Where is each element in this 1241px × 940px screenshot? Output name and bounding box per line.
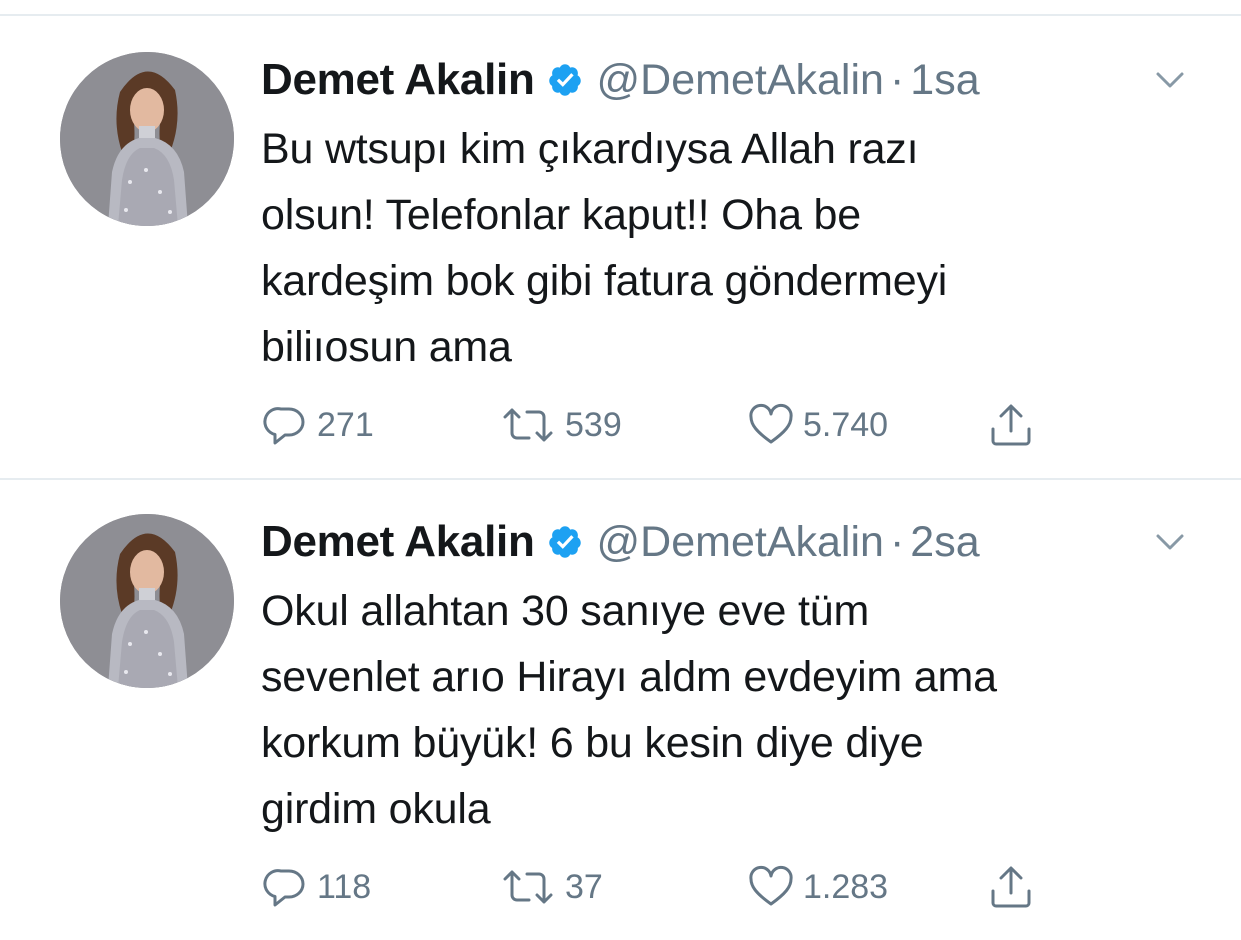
like-count: 1.283 — [803, 867, 889, 906]
tweet[interactable]: Demet Akalin @DemetAkalin · 1sa Bu wtsup… — [0, 16, 1241, 478]
tweet-header: Demet Akalin @DemetAkalin · 1sa — [261, 52, 980, 108]
tweet[interactable]: Demet Akalin @DemetAkalin · 2sa Okul all… — [0, 478, 1241, 940]
heart-icon — [749, 865, 793, 906]
reply-count: 271 — [317, 405, 374, 444]
reply-icon — [263, 407, 305, 445]
avatar[interactable] — [60, 514, 234, 688]
tweet-actions: 271 539 5.740 — [261, 400, 1061, 450]
retweet-icon — [503, 408, 553, 442]
author-handle[interactable]: @DemetAkalin — [597, 518, 884, 567]
separator-dot: · — [889, 517, 905, 566]
chevron-down-icon[interactable] — [1150, 522, 1190, 562]
author-name[interactable]: Demet Akalin — [261, 55, 535, 105]
like-button[interactable]: 1.283 — [747, 862, 888, 912]
retweet-button[interactable]: 37 — [499, 862, 603, 912]
verified-badge-icon — [548, 64, 581, 96]
tweet-text-line: Bu wtsupı kim çıkardıysa Allah razı — [261, 125, 919, 173]
share-button[interactable] — [987, 400, 1035, 450]
heart-icon — [749, 403, 793, 444]
tweet-text-line: Okul allahtan 30 sanıye eve tüm — [261, 587, 870, 635]
reply-button[interactable]: 271 — [261, 400, 374, 450]
retweet-count: 539 — [565, 405, 622, 444]
avatar-photo — [60, 514, 234, 688]
reply-button[interactable]: 118 — [261, 862, 371, 912]
reply-count: 118 — [317, 867, 372, 906]
chevron-down-icon[interactable] — [1150, 60, 1190, 100]
reply-icon — [263, 869, 305, 907]
tweet-text-line: kardeşim bok gibi fatura göndermeyi — [261, 257, 948, 305]
tweet-text: Okul allahtan 30 sanıye eve tüm sevenlet… — [261, 578, 1161, 842]
verified-badge-icon — [548, 526, 581, 558]
retweet-icon — [503, 870, 553, 904]
author-name[interactable]: Demet Akalin — [261, 517, 535, 567]
share-icon — [991, 866, 1031, 908]
tweet-text-line: korkum büyük! 6 bu kesin diye diye — [261, 719, 924, 767]
tweet-timestamp[interactable]: 2sa — [910, 518, 979, 567]
retweet-button[interactable]: 539 — [499, 400, 622, 450]
separator-dot: · — [889, 55, 905, 104]
share-icon — [991, 404, 1031, 446]
tweet-actions: 118 37 1.283 — [261, 862, 1061, 912]
tweet-timestamp[interactable]: 1sa — [910, 56, 979, 105]
tweet-text-line: sevenlet arıo Hirayı aldm evdeyim ama — [261, 653, 997, 701]
like-button[interactable]: 5.740 — [747, 400, 888, 450]
tweet-text: Bu wtsupı kim çıkardıysa Allah razı olsu… — [261, 116, 1161, 380]
avatar-photo — [60, 52, 234, 226]
retweet-count: 37 — [565, 867, 603, 906]
tweet-text-line: biliıosun ama — [261, 323, 512, 371]
avatar[interactable] — [60, 52, 234, 226]
share-button[interactable] — [987, 862, 1035, 912]
like-count: 5.740 — [803, 405, 889, 444]
tweet-text-line: girdim okula — [261, 785, 491, 833]
author-handle[interactable]: @DemetAkalin — [597, 56, 884, 105]
tweet-text-line: olsun! Telefonlar kaput!! Oha be — [261, 191, 861, 239]
tweet-header: Demet Akalin @DemetAkalin · 2sa — [261, 514, 980, 570]
